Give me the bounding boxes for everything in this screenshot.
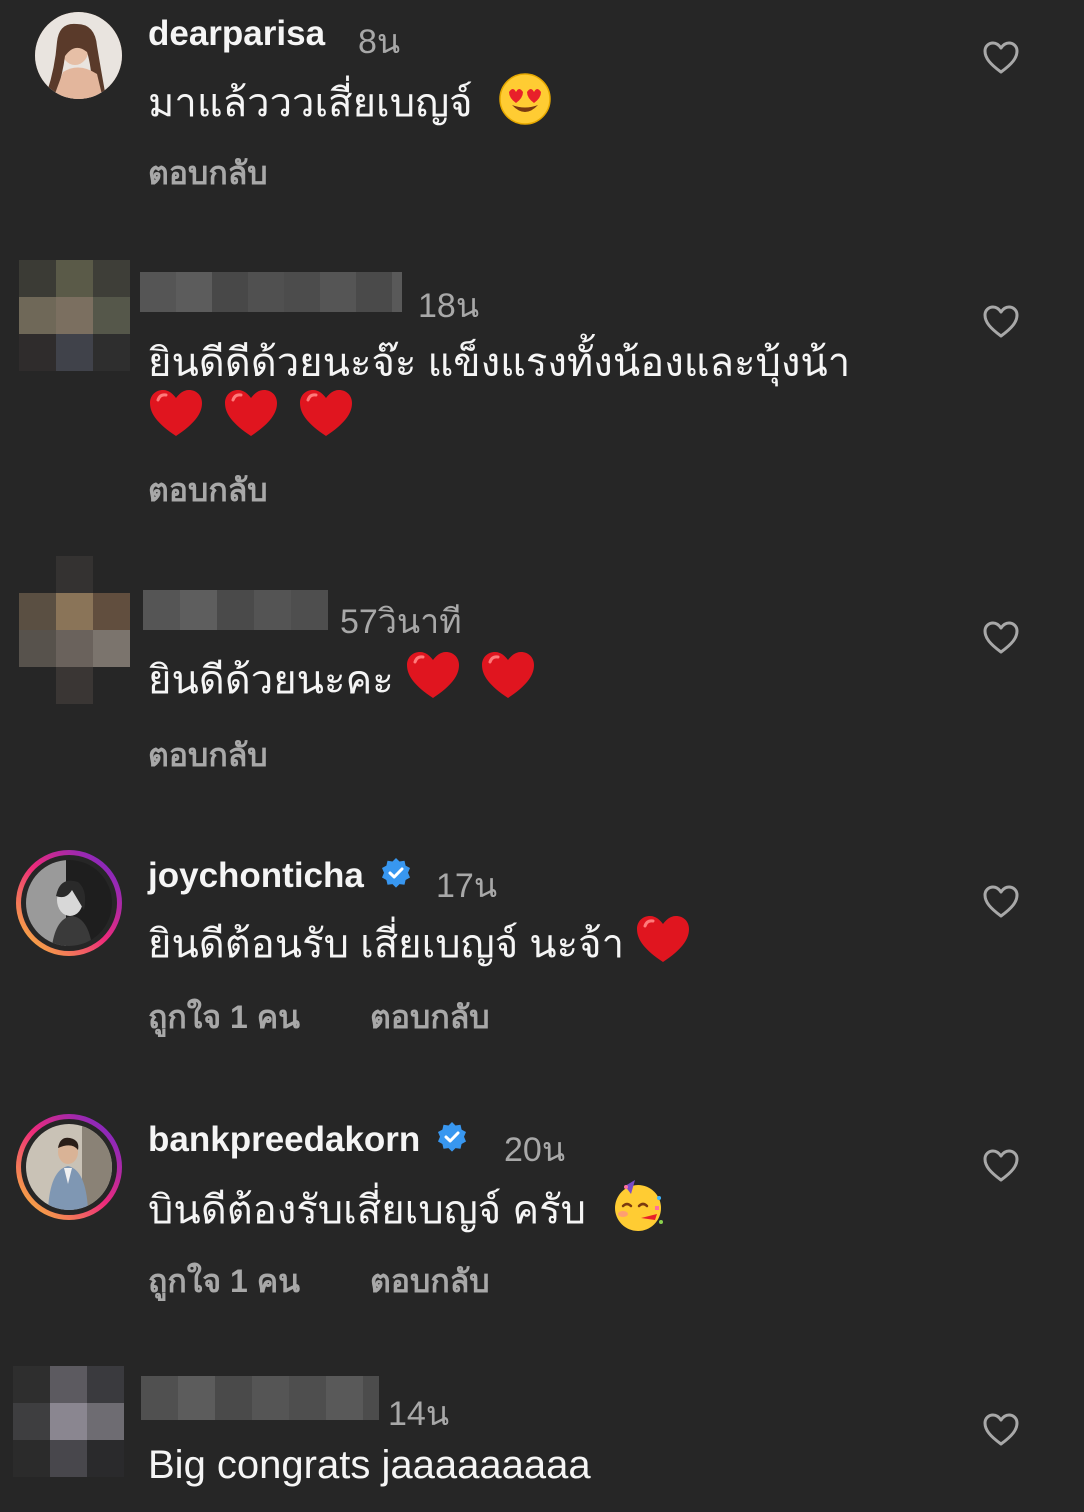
comment-item: 14น Big congrats jaaaaaaaaa (0, 1360, 1084, 1512)
comment-time: 17น (436, 867, 498, 905)
comment-time: 8น (358, 23, 401, 61)
like-heart-icon[interactable] (982, 620, 1020, 656)
avatar[interactable] (19, 556, 130, 704)
partying-face-emoji (611, 1178, 669, 1248)
comment-item: dearparisa 8น มาแล้ววว​เสี่ยเบญจ์ ตอบกลั… (0, 0, 1084, 230)
comment-text-body: มาแล้ววว​เสี่ยเบญจ์ (148, 81, 473, 126)
comment-time: 14น (388, 1395, 450, 1433)
blurred-username[interactable] (143, 590, 328, 630)
likes-count[interactable]: ถูกใจ 1 คน (148, 992, 300, 1043)
red-heart-emoji (148, 388, 204, 454)
comment-text: มาแล้ววว​เสี่ยเบญจ์ (148, 72, 552, 140)
reply-button[interactable]: ตอบกลับ (370, 1256, 490, 1307)
comment-time: 18น (418, 287, 480, 325)
avatar[interactable] (16, 1114, 122, 1220)
red-heart-emoji (223, 388, 279, 454)
like-heart-icon[interactable] (982, 884, 1020, 920)
blurred-username[interactable] (140, 272, 402, 312)
comment-item: joychonticha 17น ยินดีต้อนรับ เสี่ยเบญจ์… (0, 830, 1084, 1070)
reply-button[interactable]: ตอบกลับ (148, 148, 268, 199)
avatar[interactable] (16, 850, 122, 956)
comment-username[interactable]: joychonticha (148, 856, 412, 898)
comment-text-body: Big congrats jaaaaaaaaa (148, 1443, 591, 1487)
comment-text-body: ยินดีด้วยนะคะ (148, 658, 394, 703)
comment-text-body: ยินดีดีด้วยนะจ๊ะ แข็งแรงทั้งน้องและบุ้งน… (148, 341, 851, 385)
heart-eyes-emoji (498, 72, 552, 140)
comment-text: Big congrats jaaaaaaaaa (148, 1438, 591, 1492)
username-text[interactable]: bankpreedakorn (148, 1120, 420, 1159)
comment-item: bankpreedakorn 20น บินดีต้องรับเสี่ยเบญจ… (0, 1094, 1084, 1334)
comment-time: 20น (504, 1131, 566, 1169)
username-text[interactable]: joychonticha (148, 856, 364, 895)
comment-username[interactable]: bankpreedakorn (148, 1120, 468, 1162)
comment-text: บินดีต้องรับเสี่ยเบญจ์ ครับ (148, 1178, 669, 1248)
avatar[interactable] (35, 12, 122, 99)
like-heart-icon[interactable] (982, 304, 1020, 340)
like-heart-icon[interactable] (982, 40, 1020, 76)
like-heart-icon[interactable] (982, 1412, 1020, 1448)
comment-text: ยินดีด้วยนะคะ (148, 650, 536, 716)
comment-text: ยินดีต้อนรับ เสี่ยเบญจ์ นะจ้า (148, 914, 691, 980)
verified-badge-icon (380, 857, 412, 898)
verified-badge-icon (436, 1121, 468, 1162)
blurred-username[interactable] (141, 1376, 379, 1420)
reply-button[interactable]: ตอบกลับ (148, 730, 268, 781)
comment-text: ยินดีดีด้วยนะจ๊ะ แข็งแรงทั้งน้องและบุ้งน… (148, 336, 850, 390)
comment-emoji-row (148, 388, 354, 454)
like-heart-icon[interactable] (982, 1148, 1020, 1184)
comment-text-body: ยินดีต้อนรับ เสี่ยเบญจ์ นะจ้า (148, 922, 625, 967)
comment-item: 57วินาที ยินดีด้วยนะคะ ตอบกลับ (0, 550, 1084, 810)
likes-count[interactable]: ถูกใจ 1 คน (148, 1256, 300, 1307)
reply-button[interactable]: ตอบกลับ (370, 992, 490, 1043)
red-heart-emoji (298, 388, 354, 454)
comment-time: 57วินาที (340, 603, 462, 641)
avatar[interactable] (19, 260, 130, 371)
avatar[interactable] (13, 1366, 124, 1477)
red-heart-emoji (405, 650, 461, 716)
comment-username[interactable]: dearparisa (148, 14, 325, 54)
red-heart-emoji (480, 650, 536, 716)
reply-button[interactable]: ตอบกลับ (148, 465, 268, 516)
comment-text-body: บินดีต้องรับเสี่ยเบญจ์ ครับ (148, 1188, 586, 1233)
red-heart-emoji (635, 914, 691, 980)
comment-item: 18น ยินดีดีด้วยนะจ๊ะ แข็งแรงทั้งน้องและบ… (0, 250, 1084, 530)
